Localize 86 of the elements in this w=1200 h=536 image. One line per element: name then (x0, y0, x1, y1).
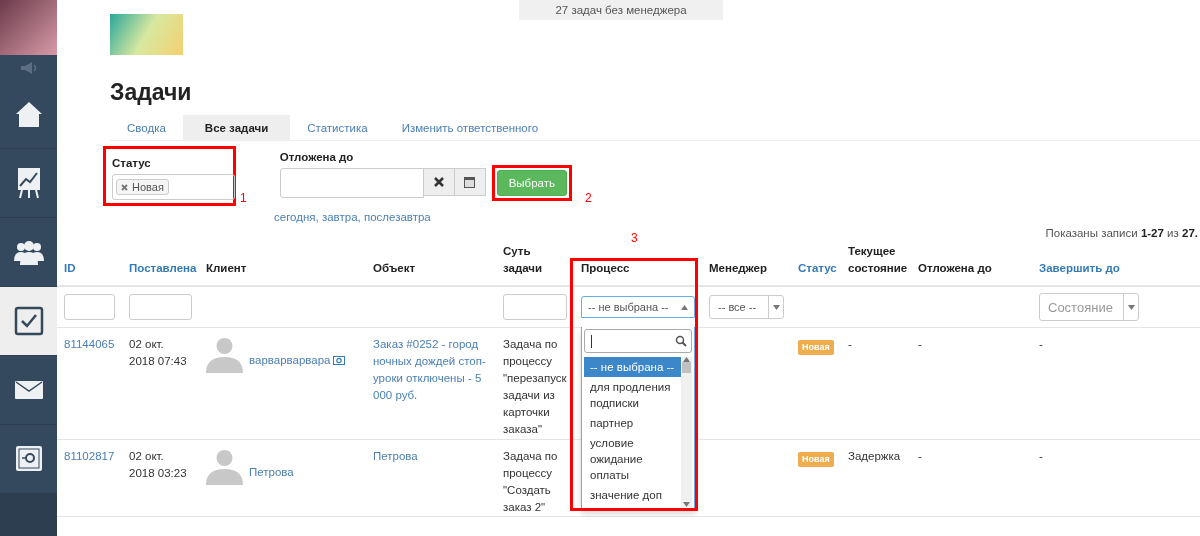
filter-input[interactable] (129, 294, 192, 320)
date-link[interactable]: сегодня (274, 211, 316, 223)
close-icon (433, 177, 444, 187)
sidebar-item[interactable] (0, 149, 57, 218)
column-header: Суть задачи (502, 244, 544, 276)
column-header: Процесс (580, 261, 631, 276)
records-info: Показаны записи 1-27 из 27. (1045, 227, 1198, 241)
clear-button[interactable] (422, 168, 455, 196)
scrollbar-thumb[interactable] (682, 362, 691, 373)
search-field[interactable] (584, 329, 692, 353)
sidebar-item[interactable] (0, 425, 57, 494)
manager-select[interactable]: -- все -- (709, 295, 784, 319)
date-input[interactable] (279, 168, 424, 198)
filter-input[interactable] (503, 294, 567, 320)
postponed-text: - (918, 338, 922, 350)
mail-icon (14, 381, 43, 399)
field-label: Статус (112, 156, 152, 171)
task-id-link[interactable]: 81102817 (64, 450, 115, 462)
chart-icon (15, 167, 42, 199)
state-select[interactable]: Состояние (1039, 293, 1139, 321)
sidebar-item[interactable] (0, 356, 57, 425)
caret-down-icon (683, 502, 690, 507)
dropdown-option[interactable]: -- не выбрана -- (584, 357, 681, 377)
annotation-number: 1 (240, 191, 247, 205)
annotation-number: 2 (585, 191, 592, 205)
people-icon (12, 239, 45, 265)
postponed-text: - (918, 450, 922, 462)
caret-up-icon (681, 304, 688, 310)
annotation-number: 3 (631, 231, 638, 245)
sidebar-item[interactable] (0, 287, 57, 356)
date-link[interactable]: послезавтра (363, 211, 431, 223)
dropdown-option[interactable]: партнер (584, 413, 681, 433)
field-label: Отложена до (279, 150, 355, 165)
column-header[interactable]: ID (57, 260, 122, 285)
client-link[interactable]: Петрова (249, 464, 294, 481)
status-field[interactable]: Новая (112, 174, 235, 200)
column-header[interactable]: Завершить до (1032, 260, 1147, 285)
state-text: - (848, 338, 852, 350)
caret-down-icon (772, 304, 780, 310)
task-description: Задача по процессу "Создать заказ 2" (503, 450, 558, 513)
calendar-button[interactable] (453, 168, 486, 196)
caret-down-icon (1127, 304, 1135, 310)
avatar-photo-placeholder[interactable] (0, 0, 57, 55)
state-text: Задержка (848, 450, 901, 462)
task-id-link[interactable]: 81144065 (64, 338, 115, 350)
sidebar-item[interactable] (0, 80, 57, 149)
notice-banner[interactable]: 27 задач без менеджера (519, 0, 723, 20)
tab[interactable]: Сводка (110, 115, 183, 140)
process-select[interactable]: -- не выбрана -- (581, 296, 695, 318)
quick-dates: сегодня, завтра, послезавтра (274, 211, 432, 225)
column-header: Объект (372, 261, 417, 276)
checkbox-icon (13, 306, 44, 336)
column-header[interactable]: Поставлена (122, 260, 199, 285)
column-header: Текущее состояние (847, 244, 909, 276)
date-text: 02 окт. 2018 03:23 (129, 450, 187, 479)
calendar-icon (464, 176, 476, 188)
date-link[interactable]: завтра (321, 211, 358, 223)
filter-input[interactable] (64, 294, 115, 320)
column-header: Менеджер (708, 261, 769, 276)
status-badge: Новая (798, 452, 834, 467)
avatar-icon (206, 448, 243, 485)
deadline-text: - (1039, 450, 1043, 462)
tab[interactable]: Изменить ответственного (384, 115, 556, 140)
task-description: Задача по процессу "перезапуск задачи из карточки заказа" (503, 338, 567, 435)
search-icon (675, 335, 687, 347)
tab[interactable]: Все задачи (182, 115, 291, 140)
banknote-icon (333, 356, 346, 365)
object-link[interactable]: Петрова (373, 448, 489, 465)
avatar-icon (206, 336, 243, 373)
object-link[interactable]: Заказ #0252 - город ночных дождей стоп-уроки отключены - 5 000 руб. (373, 336, 489, 404)
sidebar-item[interactable] (0, 218, 57, 287)
select-button[interactable]: Выбрать (496, 170, 567, 196)
status-tag[interactable]: Новая (116, 179, 169, 195)
page-title: Задачи (110, 79, 193, 107)
remove-icon[interactable] (121, 183, 128, 191)
status-badge: Новая (798, 340, 834, 355)
column-header: Отложена до (917, 261, 993, 276)
scrollbar[interactable] (681, 357, 692, 507)
column-header: Клиент (205, 261, 248, 276)
deadline-text: - (1039, 338, 1043, 350)
column-header[interactable]: Статус (791, 260, 841, 285)
safe-icon (14, 445, 43, 473)
dropdown-option[interactable]: значение доп (584, 485, 681, 505)
tab[interactable]: Статистика (290, 115, 385, 140)
client-link[interactable]: варварварвара (249, 352, 331, 369)
date-text: 02 окт. 2018 07:43 (129, 338, 187, 367)
